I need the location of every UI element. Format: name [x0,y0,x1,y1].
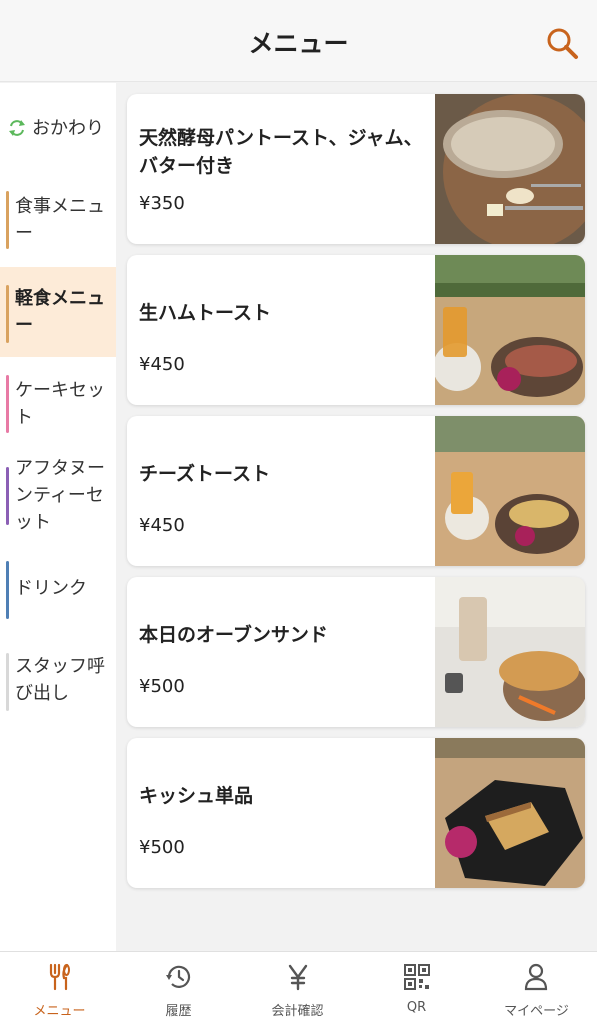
menu-list: 天然酵母パントースト、ジャム、バター付き ¥350 生ハムトースト ¥450 チ… [116,83,597,951]
sidebar-item-label: ドリンク [15,578,87,599]
menu-item-name: キッシュ単品 [139,785,254,807]
menu-item-price: ¥450 [139,515,185,536]
category-color-bar [6,467,9,525]
menu-item-price: ¥350 [139,193,185,214]
app-header: メニュー [0,0,597,82]
tab-bill[interactable]: 会計確認 [238,952,357,1024]
tab-qr[interactable]: QR [357,952,476,1024]
yen-icon [288,964,308,991]
oven-sandwich-photo [435,577,585,727]
sidebar-item-meal[interactable]: 食事メニュー [0,183,116,253]
search-icon[interactable] [545,26,579,60]
tab-label: マイページ [504,1004,569,1019]
menu-item-name: 本日のオーブンサンド [139,624,328,646]
sidebar-item-label: ケーキセット [15,380,105,428]
category-color-bar [6,653,9,711]
menu-item-card[interactable]: 生ハムトースト ¥450 [127,255,585,405]
category-color-bar [6,285,9,343]
category-sidebar: おかわり 食事メニュー 軽食メニュー ケーキセット アフタヌーンティーセット ド… [0,83,116,951]
category-color-bar [6,191,9,249]
tab-label: メニュー [33,1004,86,1019]
category-color-bar [6,375,9,433]
sidebar-item-drink[interactable]: ドリンク [0,557,116,621]
tab-my-page[interactable]: マイページ [476,952,597,1024]
menu-item-price: ¥450 [139,354,185,375]
page-title: メニュー [248,29,349,58]
tab-label: QR [406,1000,427,1015]
sidebar-item-refill[interactable]: おかわり [0,113,116,143]
sidebar-item-light-meal[interactable]: 軽食メニュー [0,267,116,357]
sidebar-item-label: スタッフ呼び出し [15,656,105,704]
tab-history[interactable]: 履歴 [119,952,238,1024]
sidebar-item-label: アフタヌーンティーセット [15,458,105,533]
person-icon [524,963,548,991]
quiche-photo [435,738,585,888]
menu-item-name: チーズトースト [139,463,271,485]
sidebar-item-label: 軽食メニュー [15,288,105,336]
menu-item-price: ¥500 [139,837,185,858]
sidebar-item-cake-set[interactable]: ケーキセット [0,367,116,437]
category-color-bar [6,561,9,619]
fork-knife-icon [49,963,70,991]
menu-item-price: ¥500 [139,676,185,697]
sidebar-item-afternoon-tea[interactable]: アフタヌーンティーセット [0,449,116,545]
cheese-toast-photo [435,416,585,566]
ham-toast-photo [435,255,585,405]
tab-label: 会計確認 [271,1004,324,1019]
menu-item-name: 生ハムトースト [139,302,272,324]
menu-item-card[interactable]: キッシュ単品 ¥500 [127,738,585,888]
tab-label: 履歴 [165,1004,192,1019]
bottom-tab-bar: メニュー 履歴 会計確認 QR マイページ [0,951,597,1024]
qr-code-icon [404,964,430,990]
tab-menu[interactable]: メニュー [0,952,119,1024]
refresh-icon [9,120,25,136]
bread-toast-photo [435,94,585,244]
sidebar-item-call-staff[interactable]: スタッフ呼び出し [0,649,116,713]
menu-item-card[interactable]: チーズトースト ¥450 [127,416,585,566]
menu-item-card[interactable]: 本日のオーブンサンド ¥500 [127,577,585,727]
menu-item-name: 天然酵母パントースト、ジャム、バター付き [139,127,423,177]
history-icon [166,965,191,988]
menu-item-card[interactable]: 天然酵母パントースト、ジャム、バター付き ¥350 [127,94,585,244]
sidebar-item-label: 食事メニュー [15,196,105,244]
